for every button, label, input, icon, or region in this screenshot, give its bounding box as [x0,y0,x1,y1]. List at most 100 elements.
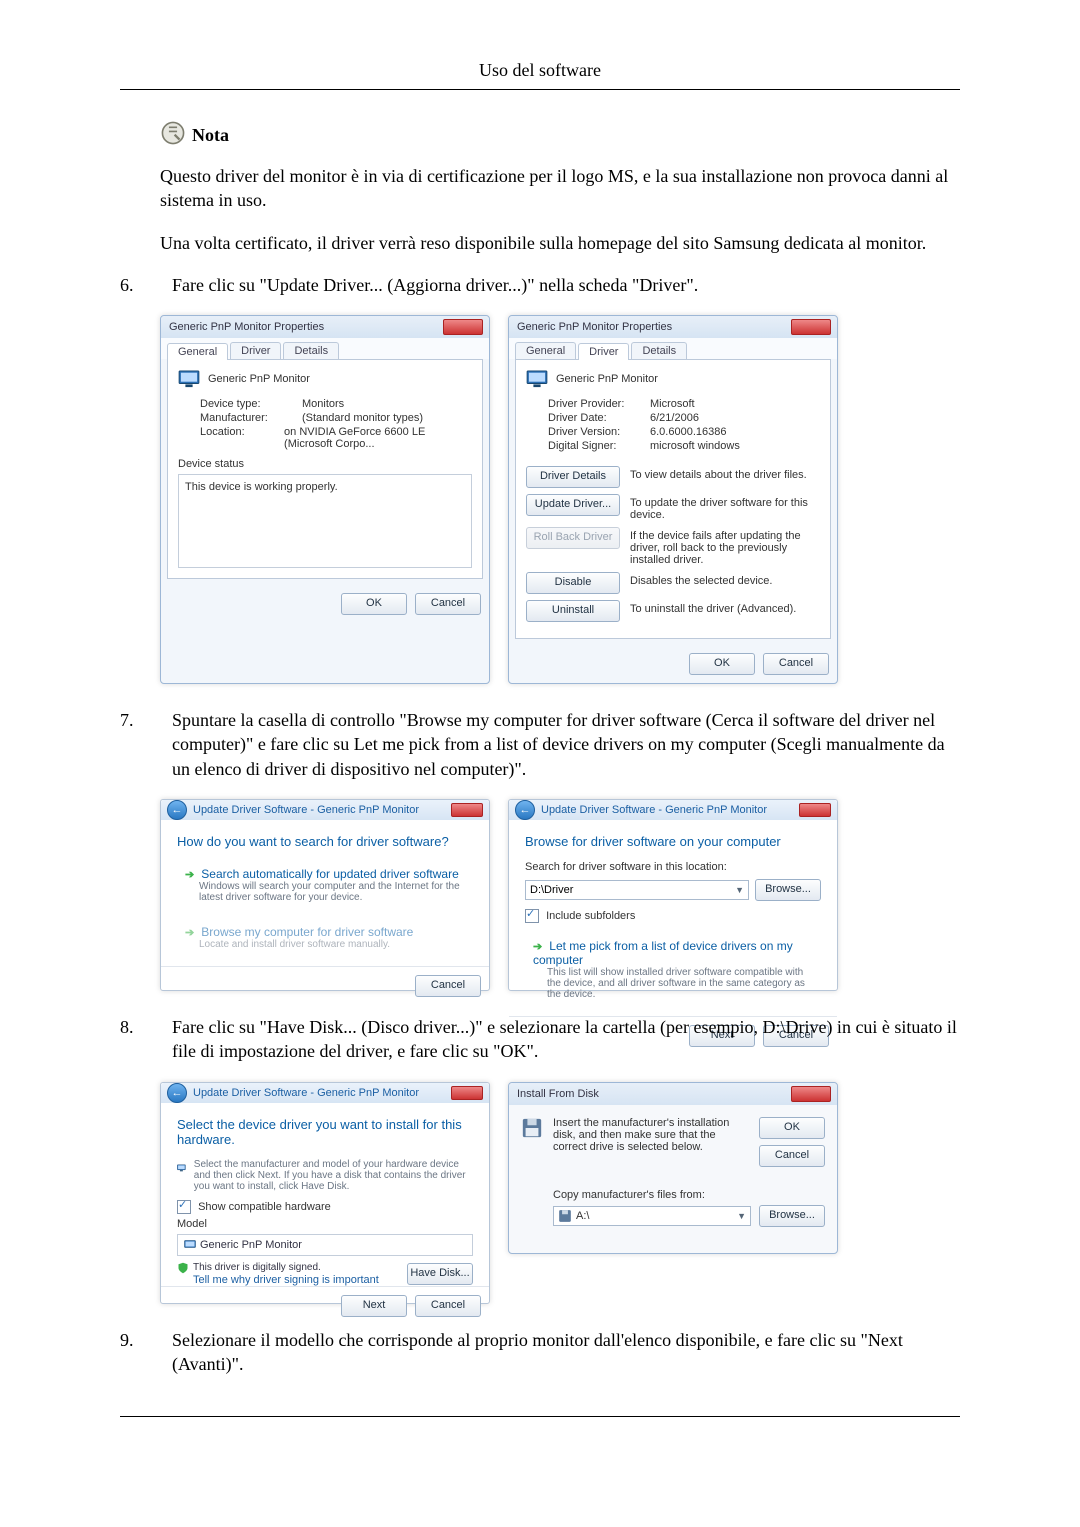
tab-general[interactable]: General [515,342,576,359]
signed-label: This driver is digitally signed. [193,1262,321,1273]
v-signer: microsoft windows [650,440,740,452]
step-8-num: 8. [120,1015,144,1064]
wizard-browse: ← Update Driver Software - Generic PnP M… [508,799,838,991]
arrow-icon: ➔ [185,869,194,881]
dialog-title: Install From Disk [517,1088,599,1100]
dialog-title: Generic PnP Monitor Properties [169,321,324,333]
option-browse-sub: Locate and install driver software manua… [199,939,465,950]
ok-button[interactable]: OK [341,593,407,615]
have-disk-button[interactable]: Have Disk... [407,1263,473,1285]
monitor-icon [526,370,548,388]
wizard-crumb: Update Driver Software - Generic PnP Mon… [193,804,419,816]
signing-link[interactable]: Tell me why driver signing is important [193,1274,379,1286]
tab-details[interactable]: Details [631,342,687,359]
dialog-properties-general: Generic PnP Monitor Properties General D… [160,315,490,684]
option-pick-from-list[interactable]: ➔ Let me pick from a list of device driv… [525,933,821,1006]
note-icon [160,120,186,146]
browse-button[interactable]: Browse... [759,1205,825,1227]
copy-path-field[interactable]: A:\ ▼ [553,1206,751,1226]
checkbox-include[interactable] [525,909,539,923]
disable-desc: Disables the selected device. [630,572,820,587]
note-para-2: Una volta certificato, il driver verrà r… [160,231,960,255]
option-search-auto-title: Search automatically for updated driver … [201,867,458,881]
wizard-update-choice: ← Update Driver Software - Generic PnP M… [160,799,490,991]
shield-icon [177,1262,189,1274]
k-device-type: Device type: [200,398,290,410]
path-label: Search for driver software in this locat… [525,861,821,873]
monitor-icon [178,370,200,388]
model-item[interactable]: Generic PnP Monitor [200,1239,302,1251]
step-6-num: 6. [120,273,144,297]
cancel-button[interactable]: Cancel [759,1145,825,1167]
cancel-button[interactable]: Cancel [415,1295,481,1317]
tab-details[interactable]: Details [283,342,339,359]
divider-top [120,89,960,90]
tab-driver[interactable]: Driver [230,342,281,359]
device-status-text: This device is working properly. [178,474,472,568]
uninstall-button[interactable]: Uninstall [526,600,620,622]
option-search-auto-sub: Windows will search your computer and th… [199,881,465,903]
monitor-icon [177,1159,186,1177]
cancel-button[interactable]: Cancel [415,593,481,615]
step-6-text: Fare clic su "Update Driver... (Aggiorna… [172,273,960,297]
col-model: Model [177,1218,473,1230]
step-7: 7. Spuntare la casella di controllo "Bro… [120,708,960,781]
close-icon[interactable] [799,803,831,817]
path-value: D:\Driver [530,884,573,896]
wizard-heading: How do you want to search for driver sof… [177,834,473,849]
dialog-title: Generic PnP Monitor Properties [517,321,672,333]
cancel-button[interactable]: Cancel [415,975,481,997]
v-location: on NVIDIA GeForce 6600 LE (Microsoft Cor… [284,426,472,450]
driver-details-button[interactable]: Driver Details [526,466,620,488]
disable-button[interactable]: Disable [526,572,620,594]
k-provider: Driver Provider: [548,398,638,410]
page-title: Uso del software [120,60,960,81]
ok-button[interactable]: OK [759,1117,825,1139]
option-search-auto[interactable]: ➔ Search automatically for updated drive… [177,861,473,909]
step-7-text: Spuntare la casella di controllo "Browse… [172,708,960,781]
k-version: Driver Version: [548,426,638,438]
close-icon[interactable] [791,1086,831,1102]
path-field[interactable]: D:\Driver ▼ [525,880,749,900]
show-compatible[interactable]: Show compatible hardware [177,1200,473,1214]
tab-general[interactable]: General [167,343,228,360]
checkbox-compatible[interactable] [177,1200,191,1214]
ok-button[interactable]: OK [689,653,755,675]
wizard-select-driver: ← Update Driver Software - Generic PnP M… [160,1082,490,1304]
back-icon[interactable]: ← [167,800,187,820]
copy-path-value: A:\ [576,1210,589,1222]
include-subfolders[interactable]: Include subfolders [525,909,821,923]
option-browse-title: Browse my computer for driver software [201,925,413,939]
select-sub: Select the manufacturer and model of you… [194,1159,473,1192]
k-signer: Digital Signer: [548,440,638,452]
option-browse[interactable]: ➔ Browse my computer for driver software… [177,919,473,956]
cancel-button[interactable]: Cancel [763,653,829,675]
include-label: Include subfolders [546,910,635,922]
note-heading: Nota [160,120,960,146]
back-icon[interactable]: ← [515,800,535,820]
model-list[interactable]: Generic PnP Monitor [177,1234,473,1256]
copy-label: Copy manufacturer's files from: [509,1171,837,1201]
k-location: Location: [200,426,272,450]
step-6: 6. Fare clic su "Update Driver... (Aggio… [120,273,960,297]
dialog-properties-driver: Generic PnP Monitor Properties General D… [508,315,838,684]
close-icon[interactable] [451,1086,483,1100]
k-manufacturer: Manufacturer: [200,412,290,424]
browse-button[interactable]: Browse... [755,879,821,901]
close-icon[interactable] [451,803,483,817]
arrow-icon: ➔ [533,941,542,953]
v-device-type: Monitors [302,398,344,410]
step-8-text: Fare clic su "Have Disk... (Disco driver… [172,1015,960,1064]
next-button[interactable]: Next [341,1295,407,1317]
note-label: Nota [192,125,229,146]
tab-driver[interactable]: Driver [578,343,629,360]
back-icon[interactable]: ← [167,1083,187,1103]
close-icon[interactable] [791,319,831,335]
rollback-driver-button[interactable]: Roll Back Driver [526,527,620,549]
update-driver-desc: To update the driver software for this d… [630,494,820,521]
close-icon[interactable] [443,319,483,335]
v-date: 6/21/2006 [650,412,699,424]
floppy-icon [558,1209,572,1223]
step-9-text: Selezionare il modello che corrisponde a… [172,1328,960,1377]
update-driver-button[interactable]: Update Driver... [526,494,620,516]
